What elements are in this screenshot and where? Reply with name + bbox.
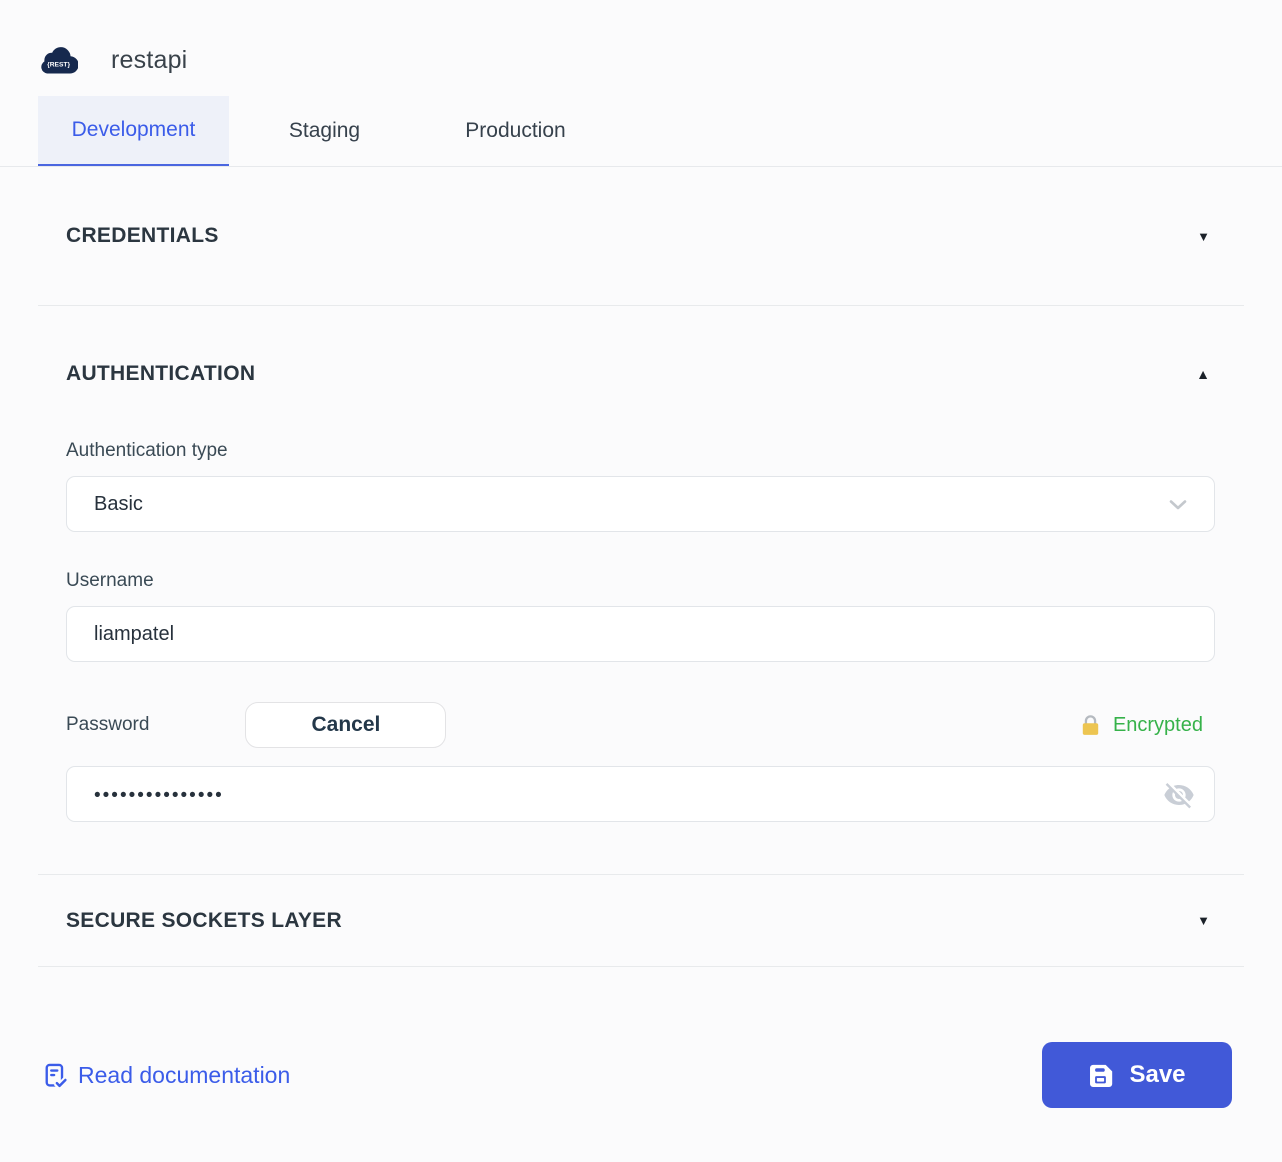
document-check-icon: [42, 1062, 69, 1089]
section-authentication: AUTHENTICATION ▲ Authentication type Bas…: [38, 306, 1244, 875]
credentials-title: CREDENTIALS: [66, 224, 219, 248]
read-documentation-label: Read documentation: [78, 1062, 290, 1089]
read-documentation-link[interactable]: Read documentation: [42, 1062, 290, 1089]
auth-type-select[interactable]: Basic: [66, 476, 1215, 532]
svg-text:{REST}: {REST}: [47, 62, 70, 69]
footer: Read documentation Save: [42, 1042, 1232, 1108]
password-label: Password: [66, 714, 149, 736]
ssl-title: SECURE SOCKETS LAYER: [66, 909, 342, 933]
save-button[interactable]: Save: [1042, 1042, 1232, 1108]
settings-content: CREDENTIALS ▼ AUTHENTICATION ▲ Authentic…: [38, 167, 1244, 967]
password-row-header: Password Cancel Encrypted: [66, 702, 1216, 748]
password-field: [66, 766, 1215, 822]
app-header: {REST} restapi: [0, 0, 1282, 96]
ssl-section-header[interactable]: SECURE SOCKETS LAYER ▼: [38, 875, 1244, 966]
encrypted-badge: Encrypted: [1078, 713, 1203, 738]
section-ssl: SECURE SOCKETS LAYER ▼: [38, 875, 1244, 967]
tab-staging[interactable]: Staging: [229, 96, 420, 166]
password-input[interactable]: [66, 766, 1215, 822]
authentication-title: AUTHENTICATION: [66, 362, 255, 386]
cancel-button[interactable]: Cancel: [245, 702, 446, 748]
environment-tabs: Development Staging Production: [0, 96, 1282, 167]
save-floppy-icon: [1088, 1062, 1115, 1089]
chevron-down-icon[interactable]: ▼: [1197, 913, 1210, 928]
chevron-up-icon[interactable]: ▲: [1196, 366, 1210, 382]
authentication-section-header[interactable]: AUTHENTICATION ▲: [38, 306, 1244, 416]
tab-development[interactable]: Development: [38, 96, 229, 166]
tab-production[interactable]: Production: [420, 96, 611, 166]
page-title: restapi: [111, 46, 187, 75]
lock-icon: [1078, 713, 1103, 738]
authentication-form: Authentication type Basic Username Passw…: [38, 416, 1244, 874]
visibility-off-icon[interactable]: [1163, 779, 1195, 811]
auth-type-selected-value: Basic: [94, 493, 143, 516]
save-button-label: Save: [1129, 1061, 1185, 1089]
section-credentials: CREDENTIALS ▼: [38, 167, 1244, 306]
username-label: Username: [66, 570, 1216, 592]
rest-api-logo-icon: {REST}: [40, 43, 78, 77]
credentials-section-header[interactable]: CREDENTIALS ▼: [38, 167, 1244, 305]
username-input[interactable]: [66, 606, 1215, 662]
chevron-down-icon: [1166, 492, 1190, 516]
encrypted-label: Encrypted: [1113, 714, 1203, 737]
chevron-down-icon[interactable]: ▼: [1197, 229, 1210, 244]
auth-type-label: Authentication type: [66, 440, 1216, 462]
